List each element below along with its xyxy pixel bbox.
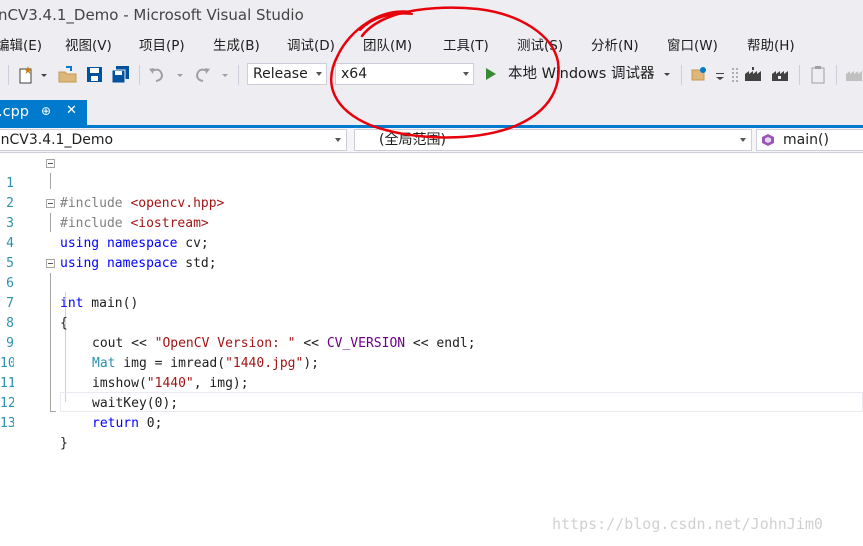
navigation-bar: enCV3.4.1_Demo (全局范围) main() [0,128,863,153]
keyword: return [92,416,139,431]
configuration-dropdown[interactable]: Release [247,63,327,85]
build-solution-icon[interactable] [743,65,765,85]
pin-icon[interactable]: ⊕ [41,99,51,123]
close-icon[interactable]: ✕ [66,99,77,123]
toolbar-grip [8,65,9,85]
code-line: 12 return 0; [0,374,863,431]
code-line: 10 imshow("1440", img); [0,334,863,391]
tab-source-file[interactable]: .cpp ⊕ ✕ [0,100,87,125]
code-line: 3 using namespace cv; [0,194,863,251]
code-line: 11 waitKey(0); [0,354,863,411]
chevron-down-icon[interactable] [220,65,230,85]
code-text: 0; [138,416,163,431]
run-label: 本地 Windows 调试器 [508,66,655,82]
menu-build[interactable]: 生成(B) [213,36,260,56]
chevron-down-icon [335,138,341,142]
code-line: 2 #include <iostream> [0,174,863,231]
method-icon [762,134,774,146]
play-icon [486,68,496,80]
code-line: 1 #include <opencv.hpp> [0,154,863,211]
new-item-icon[interactable] [16,65,38,85]
menu-window[interactable]: 窗口(W) [667,36,718,56]
chevron-down-icon[interactable] [39,65,49,85]
menu-view[interactable]: 视图(V) [65,36,112,56]
toolbar-separator [799,65,800,85]
project-dropdown[interactable]: enCV3.4.1_Demo [0,129,347,151]
scope-value: (全局范围) [379,132,446,148]
browser-link-icon[interactable] [689,65,709,85]
project-name: enCV3.4.1_Demo [0,132,114,148]
standard-toolbar: Release x64 本地 Windows 调试器 [0,59,863,91]
tab-label: .cpp [0,104,29,120]
undo-icon[interactable] [147,65,167,85]
document-tab-strip: .cpp ⊕ ✕ [0,91,863,128]
menu-analyze[interactable]: 分析(N) [591,36,639,56]
save-icon[interactable] [85,65,105,85]
rebuild-solution-icon[interactable] [770,65,792,85]
start-debugging-button[interactable]: 本地 Windows 调试器 [484,63,676,85]
chevron-down-icon[interactable] [175,65,185,85]
menu-test[interactable]: 测试(S) [517,36,563,56]
build-cancel-icon[interactable] [844,65,863,85]
code-line: 13 } [0,394,863,451]
member-dropdown[interactable]: main() [756,129,863,151]
code-line: 6 int main() [0,254,863,311]
window-title: nCV3.4.1_Demo - Microsoft Visual Studio [0,6,304,24]
line-number: 13 [0,416,14,431]
code-line: 7 { [0,274,863,331]
toolbar-separator [238,65,239,85]
toolbar-separator [139,65,140,85]
chevron-down-icon [664,73,670,76]
grip-icon [732,68,738,82]
title-bar: nCV3.4.1_Demo - Microsoft Visual Studio [0,0,863,33]
toolbar-separator [681,65,682,85]
menu-project[interactable]: 项目(P) [139,36,185,56]
watermark: https://blog.csdn.net/JohnJim0 [552,515,823,533]
save-all-icon[interactable] [110,65,132,85]
code-line: 8 cout << "OpenCV Version: " << CV_VERSI… [0,294,863,351]
toolbar-separator [836,65,837,85]
platform-dropdown[interactable]: x64 [335,63,474,85]
open-folder-icon[interactable] [57,65,79,85]
menu-help[interactable]: 帮助(H) [747,36,795,56]
platform-value: x64 [341,66,368,82]
code-line: 5 [0,234,863,271]
redo-icon[interactable] [192,65,212,85]
member-value: main() [783,132,829,148]
code-text: } [60,436,68,451]
menu-tools[interactable]: 工具(T) [443,36,489,56]
menu-bar: 编辑(E) 视图(V) 项目(P) 生成(B) 调试(D) 团队(M) 工具(T… [0,33,863,59]
chevron-down-icon[interactable] [714,65,726,85]
code-line: 9 Mat img = imread("1440.jpg"); [0,314,863,371]
configuration-value: Release [253,66,308,82]
scope-dropdown[interactable]: (全局范围) [354,129,752,151]
code-line: 4 using namespace std; [0,214,863,271]
menu-debug[interactable]: 调试(D) [287,36,335,56]
chevron-down-icon [463,72,469,76]
clipboard-icon[interactable] [808,65,828,85]
menu-edit[interactable]: 编辑(E) [0,36,42,56]
chevron-down-icon [740,138,746,142]
chevron-down-icon [316,72,322,76]
menu-team[interactable]: 团队(M) [363,36,412,56]
